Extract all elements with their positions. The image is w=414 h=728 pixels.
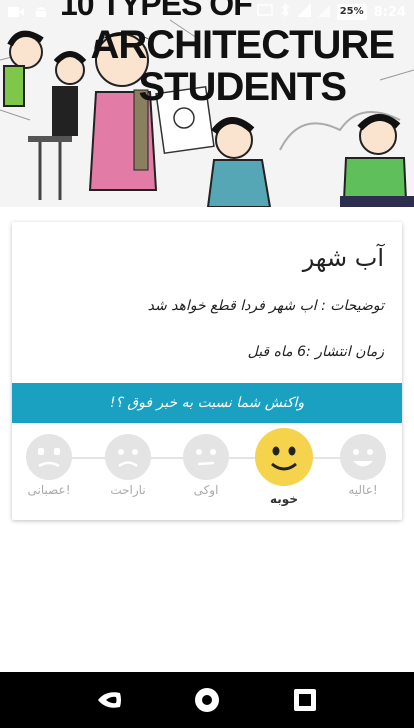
happy-face-icon: [340, 434, 386, 480]
reaction-sad[interactable]: ناراحت: [93, 423, 163, 497]
reaction-good[interactable]: خوبه: [249, 423, 319, 506]
news-published-time: زمان انتشار :6 ماه قبل: [247, 344, 384, 360]
news-title: آب شهر: [302, 244, 384, 272]
news-image: 10 TYPES OF ARCHITECTURE STUDENTS: [0, 0, 414, 207]
reaction-label-neutral: اوکی: [193, 483, 219, 497]
battery-icon: 25%: [336, 4, 367, 20]
home-button[interactable]: [192, 685, 222, 715]
clock: 8:24: [373, 4, 406, 20]
back-icon: [98, 692, 121, 708]
reaction-label-good: خوبه: [270, 492, 298, 506]
reaction-selector: عصبانی! ناراحت اوکی خوبه عالیه!: [12, 423, 402, 520]
reaction-label-angry: عصبانی!: [27, 483, 71, 497]
video-icon: [8, 3, 24, 22]
reaction-label-sad: ناراحت: [110, 483, 146, 497]
angry-face-icon: [26, 434, 72, 480]
cast-icon: [256, 4, 273, 20]
reaction-prompt-bar: واکنش شما نسبت به خبر فوق ؟!: [12, 383, 402, 423]
sad-face-icon: [105, 434, 151, 480]
status-left: [8, 3, 48, 22]
android-icon: [34, 3, 48, 22]
recents-icon: [294, 689, 316, 711]
status-bar: 25% 8:24: [0, 0, 414, 24]
signal-bars-icon: [317, 3, 330, 21]
news-card: آب شهر توضیحات : اب شهر فردا قطع خواهد ش…: [12, 222, 402, 520]
reaction-label-great: عالیه!: [348, 483, 378, 497]
hero-title-line1: ARCHITECTURE: [90, 23, 395, 67]
status-right: 25% 8:24: [256, 2, 406, 21]
smile-face-icon: [255, 428, 313, 486]
reaction-angry[interactable]: عصبانی!: [14, 423, 84, 497]
reaction-neutral[interactable]: اوکی: [171, 423, 241, 497]
back-button[interactable]: [94, 685, 124, 715]
navigation-bar: [0, 672, 414, 728]
hero-title-line2: STUDENTS: [138, 65, 347, 109]
reaction-prompt-text: واکنش شما نسبت به خبر فوق ؟!: [109, 395, 305, 411]
home-icon: [195, 688, 219, 712]
neutral-face-icon: [183, 434, 229, 480]
signal-h-icon: [296, 3, 311, 21]
news-description: توضیحات : اب شهر فردا قطع خواهد شد: [147, 298, 384, 314]
hero-title: ARCHITECTURE STUDENTS: [90, 23, 395, 109]
screen: 10 TYPES OF ARCHITECTURE STUDENTS 25% 8:…: [0, 0, 414, 728]
bluetooth-icon: [280, 2, 290, 21]
reaction-great[interactable]: عالیه!: [328, 423, 398, 497]
recents-button[interactable]: [290, 685, 320, 715]
